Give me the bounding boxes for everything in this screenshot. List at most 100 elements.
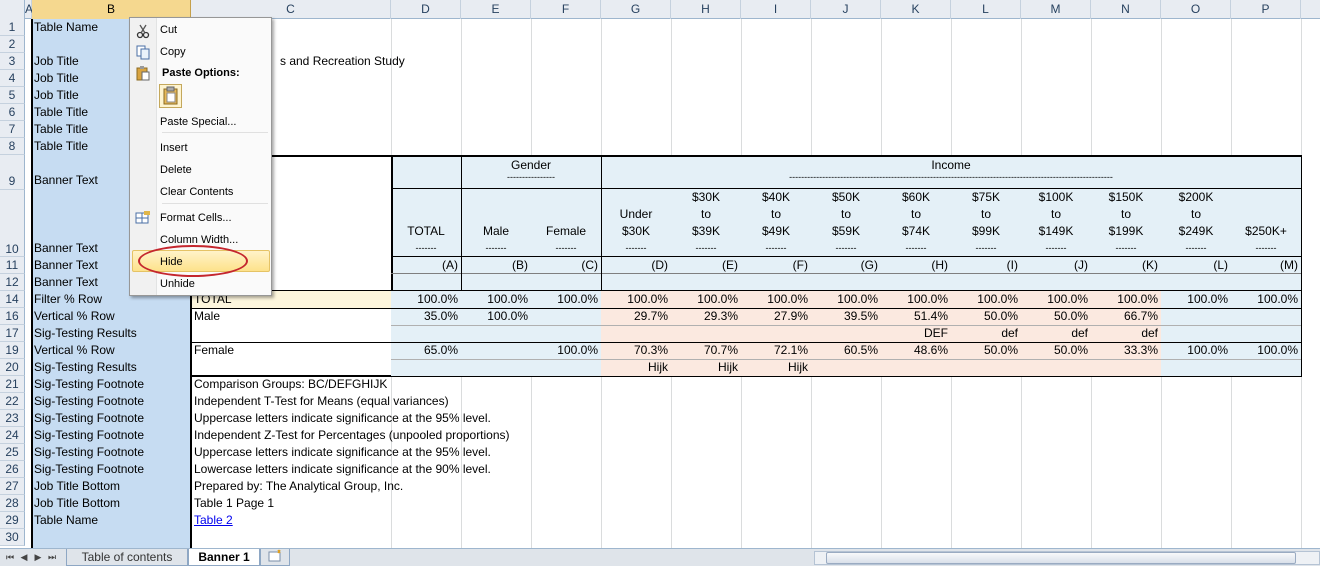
column-header-p[interactable]: P — [1231, 0, 1301, 19]
prepared-by[interactable]: Prepared by: The Analytical Group, Inc. — [194, 478, 403, 495]
menu-paste-special[interactable]: Paste Special... — [160, 115, 236, 129]
sig-letter-cell[interactable]: DEF — [881, 325, 951, 342]
column-header-n[interactable]: N — [1091, 0, 1161, 19]
percent-cell[interactable]: 100.0% — [1161, 291, 1231, 308]
row-header[interactable]: 11 — [0, 257, 25, 274]
cell-b14[interactable]: Filter % Row — [34, 291, 102, 308]
percent-cell[interactable]: 29.3% — [671, 308, 741, 325]
footnote-ztest[interactable]: Independent Z-Test for Percentages (unpo… — [194, 427, 510, 444]
row-header[interactable]: 24 — [0, 427, 25, 444]
menu-cut[interactable]: Cut — [160, 23, 177, 37]
row-header[interactable]: 17 — [0, 325, 25, 342]
cell-b19[interactable]: Vertical % Row — [34, 342, 115, 359]
column-header-h[interactable]: H — [671, 0, 741, 19]
sig-letter-cell[interactable]: def — [1091, 325, 1161, 342]
percent-cell[interactable]: 100.0% — [741, 291, 811, 308]
menu-delete[interactable]: Delete — [160, 163, 192, 177]
menu-unhide[interactable]: Unhide — [160, 277, 195, 291]
footnote-lower-90[interactable]: Lowercase letters indicate significance … — [194, 461, 491, 478]
percent-cell[interactable]: 100.0% — [951, 291, 1021, 308]
column-header-i[interactable]: I — [741, 0, 811, 19]
cell-b9[interactable]: Banner Text — [34, 172, 98, 189]
row-header[interactable]: 14 — [0, 291, 25, 308]
percent-cell[interactable]: 100.0% — [1161, 342, 1231, 359]
row-header[interactable]: 28 — [0, 495, 25, 512]
percent-cell[interactable]: 70.3% — [601, 342, 671, 359]
percent-cell[interactable]: 100.0% — [391, 291, 461, 308]
row-header[interactable]: 10 — [0, 190, 25, 257]
row-header[interactable]: 22 — [0, 393, 25, 410]
cell-b12[interactable]: Banner Text — [34, 274, 98, 291]
sig-letter-cell[interactable]: def — [951, 325, 1021, 342]
cell-b3[interactable]: Job Title — [34, 53, 79, 70]
percent-cell[interactable]: 50.0% — [951, 342, 1021, 359]
cell-b22[interactable]: Sig-Testing Footnote — [34, 393, 144, 410]
first-sheet-icon[interactable]: ⏮ — [4, 550, 16, 565]
cell-b21[interactable]: Sig-Testing Footnote — [34, 376, 144, 393]
percent-cell[interactable]: 50.0% — [951, 308, 1021, 325]
percent-cell[interactable]: 100.0% — [811, 291, 881, 308]
next-sheet-icon[interactable]: ▶ — [32, 550, 44, 565]
row-header[interactable]: 3 — [0, 53, 25, 70]
scrollbar-thumb[interactable] — [826, 552, 1296, 564]
row-header[interactable]: 27 — [0, 478, 25, 495]
row-header[interactable]: 21 — [0, 376, 25, 393]
row-header[interactable]: 26 — [0, 461, 25, 478]
cell-b24[interactable]: Sig-Testing Footnote — [34, 427, 144, 444]
percent-cell[interactable]: 100.0% — [1231, 342, 1301, 359]
table-2-link-cell[interactable]: Table 2 — [194, 512, 233, 529]
table-page[interactable]: Table 1 Page 1 — [194, 495, 274, 512]
insert-sheet-button[interactable] — [260, 549, 290, 566]
row-header[interactable]: 4 — [0, 70, 25, 87]
cell-b6[interactable]: Table Title — [34, 104, 88, 121]
percent-cell[interactable]: 100.0% — [1091, 291, 1161, 308]
percent-cell[interactable]: 33.3% — [1091, 342, 1161, 359]
percent-cell[interactable]: 100.0% — [531, 291, 601, 308]
column-header-m[interactable]: M — [1021, 0, 1091, 19]
cell-b1[interactable]: Table Name — [34, 19, 98, 36]
percent-cell[interactable]: 29.7% — [601, 308, 671, 325]
footnote-upper-95b[interactable]: Uppercase letters indicate significance … — [194, 444, 491, 461]
cell-b29[interactable]: Table Name — [34, 512, 98, 529]
sig-letter-cell[interactable]: Hijk — [671, 359, 741, 376]
cell-b17[interactable]: Sig-Testing Results — [34, 325, 137, 342]
cell-b25[interactable]: Sig-Testing Footnote — [34, 444, 144, 461]
column-header-l[interactable]: L — [951, 0, 1021, 19]
prev-sheet-icon[interactable]: ◀ — [18, 550, 30, 565]
row-header[interactable]: 1 — [0, 19, 25, 36]
percent-cell[interactable]: 100.0% — [461, 291, 531, 308]
menu-clear-contents[interactable]: Clear Contents — [160, 185, 233, 199]
percent-cell[interactable]: 35.0% — [391, 308, 461, 325]
percent-cell[interactable]: 27.9% — [741, 308, 811, 325]
percent-cell[interactable]: 72.1% — [741, 342, 811, 359]
last-sheet-icon[interactable]: ⏭ — [46, 550, 58, 565]
percent-cell[interactable]: 100.0% — [881, 291, 951, 308]
sig-letter-cell[interactable]: Hijk — [741, 359, 811, 376]
sig-letter-cell[interactable]: def — [1021, 325, 1091, 342]
percent-cell[interactable]: 48.6% — [881, 342, 951, 359]
percent-cell[interactable]: 100.0% — [671, 291, 741, 308]
paste-option-button[interactable] — [159, 84, 182, 108]
select-all-corner[interactable] — [0, 0, 25, 19]
percent-cell[interactable]: 51.4% — [881, 308, 951, 325]
sig-letter-cell[interactable]: Hijk — [601, 359, 671, 376]
menu-insert[interactable]: Insert — [160, 141, 188, 155]
footnote-ttest[interactable]: Independent T-Test for Means (equal vari… — [194, 393, 449, 410]
percent-cell[interactable]: 100.0% — [601, 291, 671, 308]
row-header[interactable]: 6 — [0, 104, 25, 121]
row-header[interactable]: 8 — [0, 138, 25, 155]
footnote-comparison[interactable]: Comparison Groups: BC/DEFGHIJK — [194, 376, 387, 393]
menu-copy[interactable]: Copy — [160, 45, 186, 59]
row-label-male[interactable]: Male — [194, 308, 220, 325]
cell-b26[interactable]: Sig-Testing Footnote — [34, 461, 144, 478]
cell-b16[interactable]: Vertical % Row — [34, 308, 115, 325]
column-header-d[interactable]: D — [391, 0, 461, 19]
column-header-a[interactable]: A — [25, 0, 33, 19]
percent-cell[interactable]: 65.0% — [391, 342, 461, 359]
row-header[interactable]: 19 — [0, 342, 25, 359]
row-header[interactable]: 30 — [0, 529, 25, 546]
percent-cell[interactable]: 66.7% — [1091, 308, 1161, 325]
percent-cell[interactable]: 50.0% — [1021, 308, 1091, 325]
cell-b11[interactable]: Banner Text — [34, 257, 98, 274]
cell-b8[interactable]: Table Title — [34, 138, 88, 155]
